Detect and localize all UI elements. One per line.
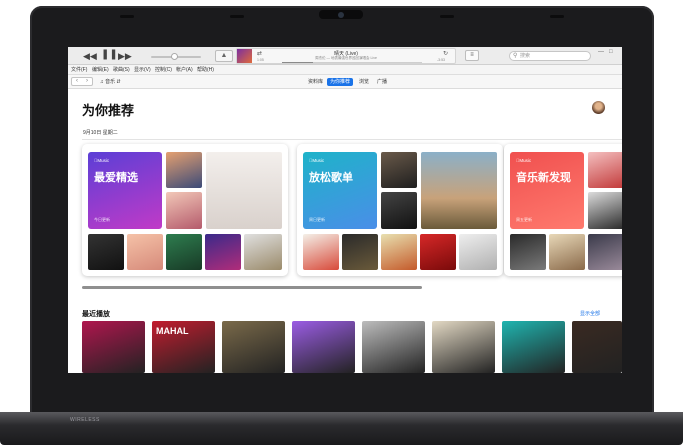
menu-bar: 文件(F) 编辑(E) 歌曲(S) 显示(V) 控制(C) 帐户(A) 帮助(H… [68, 65, 622, 75]
recent-album[interactable] [222, 321, 285, 373]
album-tile[interactable] [510, 234, 546, 270]
playlist-update: 周日更新 [309, 217, 325, 222]
album-tile[interactable] [549, 234, 585, 270]
menu-edit[interactable]: 编辑(E) [92, 66, 109, 74]
elapsed-time: 1:05 [257, 58, 264, 62]
now-playing-subtitle: 周杰伦 — 地表最强世界巡回演唱会 Live [315, 56, 377, 60]
album-tile[interactable] [588, 192, 622, 229]
history-nav: ‹ › [71, 77, 93, 86]
page-date: 9月10日 星期二 [83, 130, 118, 136]
recent-album[interactable] [502, 321, 565, 373]
tab-library[interactable]: 资料库 [305, 78, 326, 86]
search-input[interactable]: ⚲ 搜索 [509, 51, 591, 61]
recent-section-title: 最近播放 [82, 311, 110, 318]
playlist-update: 今日更新 [94, 217, 110, 222]
album-tile[interactable] [88, 234, 124, 270]
photo-stage: WIRELESS ◀◀ ❚❚ ▶▶ ▲ ⇄ ↻ 晴天 (Live) 周杰伦 — … [0, 0, 683, 445]
see-all-link[interactable]: 显示全部 [580, 310, 600, 317]
pause-icon[interactable]: ❚❚ [101, 50, 118, 60]
album-tile[interactable] [166, 152, 202, 188]
recent-album[interactable]: MAHAL [152, 321, 215, 373]
nav-bar: ‹ › ♫ 音乐 ⇵ 资料库 为你推荐 浏览 广播 [68, 75, 622, 89]
horizontal-scrollbar[interactable] [82, 286, 422, 289]
album-tile[interactable] [459, 234, 497, 270]
album-tile[interactable] [244, 234, 282, 270]
menu-controls[interactable]: 控制(C) [155, 66, 172, 74]
album-tile[interactable] [166, 234, 202, 270]
media-type-select[interactable]: ♫ 音乐 ⇵ [100, 78, 121, 86]
menu-account[interactable]: 帐户(A) [176, 66, 193, 74]
bezel-slot [440, 15, 454, 18]
playlist-title: 音乐新发现 [516, 172, 571, 184]
album-tile[interactable] [206, 152, 282, 229]
playlist-update: 周五更新 [516, 217, 532, 222]
base-label: WIRELESS [70, 417, 100, 423]
bezel-slot [120, 15, 134, 18]
recent-album[interactable] [432, 321, 495, 373]
apple-music-logo: Music [516, 158, 531, 163]
laptop-base [0, 412, 683, 445]
album-tile[interactable] [381, 234, 417, 270]
search-placeholder: 搜索 [520, 53, 531, 59]
webcam-lens [338, 12, 344, 18]
maximize-icon[interactable]: □ [609, 49, 613, 55]
recent-album[interactable] [292, 321, 355, 373]
album-tile[interactable] [342, 234, 378, 270]
recent-album[interactable] [82, 321, 145, 373]
itunes-window: ◀◀ ❚❚ ▶▶ ▲ ⇄ ↻ 晴天 (Live) 周杰伦 — 地表最强世界巡回演… [68, 47, 622, 373]
forward-arrow-icon[interactable]: › [82, 78, 92, 85]
playlist-card-chill[interactable]: Music 放松歌单 周日更新 [297, 144, 503, 276]
album-tile[interactable] [127, 234, 163, 270]
minimize-icon[interactable]: — [598, 49, 604, 55]
bezel-slot [550, 15, 564, 18]
tab-radio[interactable]: 广播 [374, 78, 390, 86]
playlist-hero-favorites[interactable]: Music 最爱精选 今日更新 [88, 152, 162, 229]
album-tile[interactable] [421, 152, 497, 229]
album-tile[interactable] [166, 192, 202, 229]
media-type-label: 音乐 [105, 79, 116, 85]
page-title: 为你推荐 [82, 103, 135, 118]
account-avatar[interactable] [592, 101, 605, 114]
bezel-slot [230, 15, 244, 18]
progress-fill [282, 62, 313, 63]
album-tile[interactable] [381, 152, 417, 188]
apple-music-logo: Music [309, 158, 324, 163]
album-tile[interactable] [303, 234, 339, 270]
rewind-icon[interactable]: ◀◀ [83, 51, 97, 61]
up-next-list-icon[interactable]: ≡ [465, 50, 479, 61]
playlist-hero-new-music[interactable]: Music 音乐新发现 周五更新 [510, 152, 584, 229]
playlist-card-favorites[interactable]: Music 最爱精选 今日更新 [82, 144, 288, 276]
album-tile[interactable] [381, 192, 417, 229]
apple-music-logo: Music [94, 158, 109, 163]
playlist-hero-chill[interactable]: Music 放松歌单 周日更新 [303, 152, 377, 229]
back-arrow-icon[interactable]: ‹ [72, 78, 82, 85]
fast-forward-icon[interactable]: ▶▶ [118, 51, 132, 61]
menu-file[interactable]: 文件(F) [71, 66, 87, 74]
album-tile[interactable] [588, 152, 622, 188]
remaining-time: -3:53 [437, 58, 445, 62]
menu-help[interactable]: 帮助(H) [197, 66, 214, 74]
section-divider [82, 139, 622, 140]
album-tile[interactable] [588, 234, 622, 270]
playlist-title: 最爱精选 [94, 172, 138, 184]
now-playing-display: ⇄ ↻ 晴天 (Live) 周杰伦 — 地表最强世界巡回演唱会 Live 1:0… [236, 48, 456, 64]
player-toolbar: ◀◀ ❚❚ ▶▶ ▲ ⇄ ↻ 晴天 (Live) 周杰伦 — 地表最强世界巡回演… [68, 47, 622, 65]
album-tile[interactable] [205, 234, 241, 270]
airplay-icon[interactable]: ▲ [215, 50, 233, 62]
playlist-card-new-music[interactable]: Music 音乐新发现 周五更新 [504, 144, 622, 276]
tab-browse[interactable]: 浏览 [356, 78, 372, 86]
volume-knob[interactable] [170, 53, 178, 60]
album-tile[interactable] [420, 234, 456, 270]
recent-album[interactable] [572, 321, 622, 373]
menu-view[interactable]: 显示(V) [134, 66, 151, 74]
tab-for-you[interactable]: 为你推荐 [327, 78, 354, 86]
recent-album[interactable] [362, 321, 425, 373]
menu-song[interactable]: 歌曲(S) [113, 66, 130, 74]
search-icon: ⚲ [513, 53, 518, 59]
playlist-title: 放松歌单 [309, 172, 353, 184]
